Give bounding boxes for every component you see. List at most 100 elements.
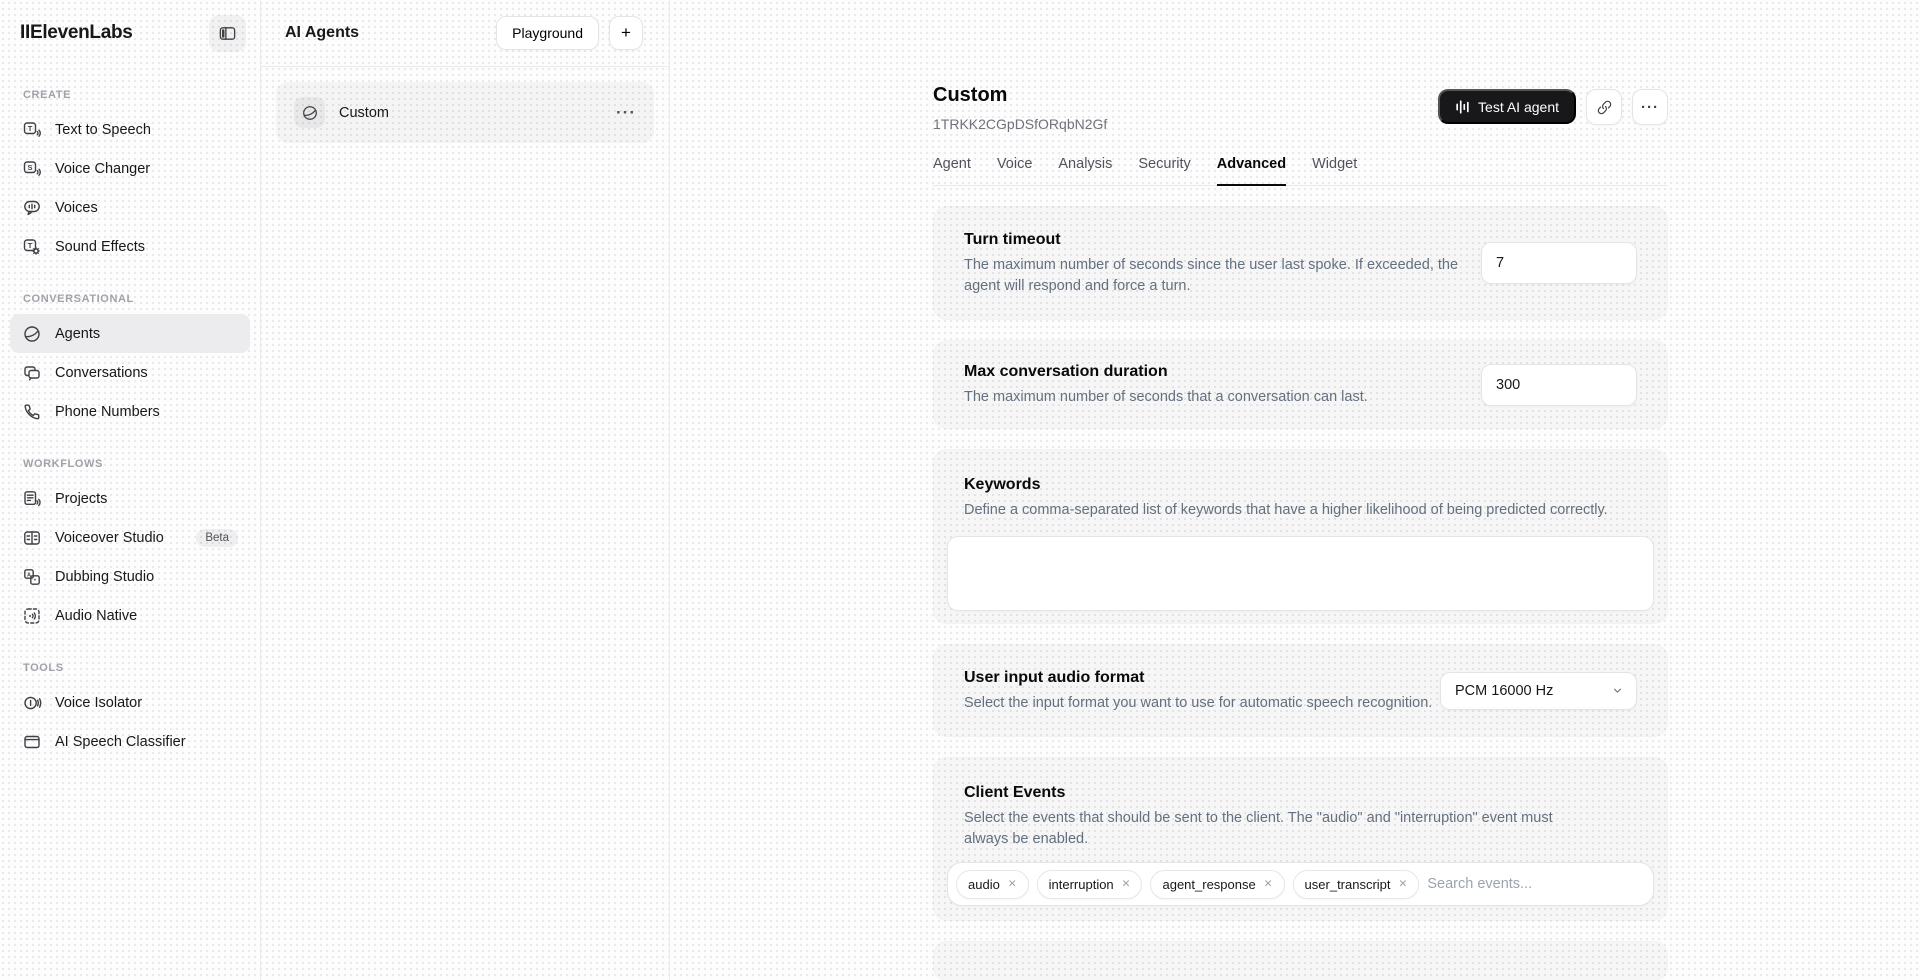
sidebar-item-agents[interactable]: Agents [10, 314, 250, 353]
sidebar-item-label: Voice Isolator [55, 695, 142, 711]
audio-native-icon [22, 606, 42, 626]
agent-avatar [294, 97, 325, 128]
panel-left-icon [218, 24, 237, 43]
sidebar-item-text-to-speech[interactable]: T Text to Speech [10, 110, 250, 149]
sidebar-item-voice-isolator[interactable]: Voice Isolator [10, 683, 250, 722]
phone-icon [22, 402, 42, 422]
remove-tag-icon[interactable]: ✕ [1399, 878, 1408, 890]
sidebar-item-audio-native[interactable]: Audio Native [10, 596, 250, 635]
turn-timeout-input[interactable] [1481, 242, 1637, 284]
sidebar-item-label: Voiceover Studio [55, 530, 164, 546]
remove-tag-icon[interactable]: ✕ [1008, 878, 1017, 890]
chevron-down-icon [1611, 684, 1624, 697]
sidebar-item-voice-changer[interactable]: S Voice Changer [10, 149, 250, 188]
keywords-card: Keywords Define a comma-separated list o… [933, 449, 1668, 624]
waveform-icon [1455, 99, 1470, 115]
remove-tag-icon[interactable]: ✕ [1264, 878, 1273, 890]
sidebar-item-label: Text to Speech [55, 122, 151, 138]
tab-agent[interactable]: Agent [933, 156, 971, 185]
voiceover-studio-icon [22, 528, 42, 548]
client-events-card: Client Events Select the events that sho… [933, 757, 1668, 921]
sidebar-item-projects[interactable]: Projects [10, 479, 250, 518]
sidebar-item-dubbing-studio[interactable]: A * Dubbing Studio [10, 557, 250, 596]
tab-widget[interactable]: Widget [1312, 156, 1357, 185]
beta-badge: Beta [196, 529, 238, 547]
max-duration-input[interactable] [1481, 364, 1637, 406]
search-events-input[interactable] [1427, 876, 1645, 892]
agent-list: Custom ··· [261, 67, 669, 158]
svg-text:S: S [27, 163, 32, 172]
voices-icon [22, 198, 42, 218]
sound-effects-icon: T [22, 237, 42, 257]
projects-icon [22, 489, 42, 509]
agents-panel-title: AI Agents [285, 24, 359, 42]
sidebar-item-conversations[interactable]: Conversations [10, 353, 250, 392]
sidebar-item-label: AI Speech Classifier [55, 734, 186, 750]
sidebar-item-ai-speech-classifier[interactable]: AI Speech Classifier [10, 722, 250, 761]
add-agent-button[interactable]: + [609, 16, 643, 50]
sidebar-item-voices[interactable]: Voices [10, 188, 250, 227]
card-description: The maximum number of seconds that a con… [964, 387, 1368, 408]
card-title: Max conversation duration [964, 361, 1368, 382]
tab-security[interactable]: Security [1138, 156, 1190, 185]
sidebar-item-sound-effects[interactable]: T Sound Effects [10, 227, 250, 266]
keywords-textarea[interactable] [947, 536, 1654, 611]
section-label-conversational: CONVERSATIONAL [23, 293, 250, 305]
sidebar-item-label: Dubbing Studio [55, 569, 154, 585]
more-options-button[interactable]: ··· [1632, 89, 1668, 125]
collapse-sidebar-button[interactable] [209, 15, 246, 52]
card-description: The maximum number of seconds since the … [964, 255, 1469, 297]
remove-tag-icon[interactable]: ✕ [1122, 878, 1131, 890]
agents-panel: AI Agents Playground + Custom ··· [261, 0, 670, 980]
svg-text:A: A [27, 572, 31, 578]
agents-panel-header: AI Agents Playground + [261, 0, 669, 67]
svg-text:T: T [28, 124, 33, 133]
agent-id: 1TRKK2CGpDSfORqbN2Gf [933, 116, 1107, 132]
link-icon [1596, 99, 1613, 116]
client-events-tag-input[interactable]: audio ✕ interruption ✕ agent_response ✕ … [947, 862, 1654, 906]
agent-list-item-custom[interactable]: Custom ··· [276, 82, 654, 143]
dubbing-studio-icon: A * [22, 567, 42, 587]
sidebar-item-label: Voices [55, 200, 98, 216]
sidebar-item-label: Conversations [55, 365, 148, 381]
conversations-icon [22, 363, 42, 383]
page-title: Custom [933, 84, 1107, 107]
playground-button[interactable]: Playground [496, 16, 599, 50]
card-description: Select the input format you want to use … [964, 693, 1432, 714]
next-card-partial [933, 941, 1668, 980]
sidebar: IIElevenLabs CREATE T Text to Speech S [0, 0, 261, 980]
card-description: Select the events that should be sent to… [964, 808, 1574, 850]
sidebar-item-label: Projects [55, 491, 107, 507]
section-label-create: CREATE [23, 89, 250, 101]
tab-advanced[interactable]: Advanced [1217, 156, 1286, 186]
sidebar-item-label: Sound Effects [55, 239, 145, 255]
elevenlabs-logo[interactable]: IIElevenLabs [20, 22, 133, 44]
sidebar-item-label: Phone Numbers [55, 404, 160, 420]
voice-changer-icon: S [22, 159, 42, 179]
section-label-workflows: WORKFLOWS [23, 458, 250, 470]
sidebar-item-label: Audio Native [55, 608, 137, 624]
event-tag-agent-response: agent_response ✕ [1150, 870, 1284, 899]
max-duration-card: Max conversation duration The maximum nu… [933, 340, 1668, 429]
agent-row-menu-button[interactable]: ··· [616, 103, 636, 123]
agent-tabs: Agent Voice Analysis Security Advanced W… [933, 156, 1668, 186]
agents-icon [301, 104, 319, 122]
sidebar-item-phone-numbers[interactable]: Phone Numbers [10, 392, 250, 431]
audio-format-select[interactable]: PCM 16000 Hz [1440, 672, 1637, 710]
event-tag-audio: audio ✕ [956, 870, 1029, 899]
test-ai-agent-button[interactable]: Test AI agent [1438, 89, 1576, 124]
card-title: Turn timeout [964, 229, 1469, 250]
audio-format-card: User input audio format Select the input… [933, 644, 1668, 737]
agent-name: Custom [339, 105, 389, 121]
card-description: Define a comma-separated list of keyword… [964, 500, 1624, 521]
agent-header: Custom 1TRKK2CGpDSfORqbN2Gf Test AI agen… [933, 84, 1668, 132]
tab-voice[interactable]: Voice [997, 156, 1032, 185]
copy-link-button[interactable] [1586, 89, 1622, 125]
card-title: User input audio format [964, 667, 1432, 688]
main-content: Custom 1TRKK2CGpDSfORqbN2Gf Test AI agen… [670, 0, 1920, 980]
event-tag-user-transcript: user_transcript ✕ [1293, 870, 1420, 899]
sidebar-item-voiceover-studio[interactable]: Voiceover Studio Beta [10, 518, 250, 557]
tab-analysis[interactable]: Analysis [1058, 156, 1112, 185]
ellipsis-icon: ··· [616, 103, 636, 122]
event-tag-interruption: interruption ✕ [1037, 870, 1143, 899]
